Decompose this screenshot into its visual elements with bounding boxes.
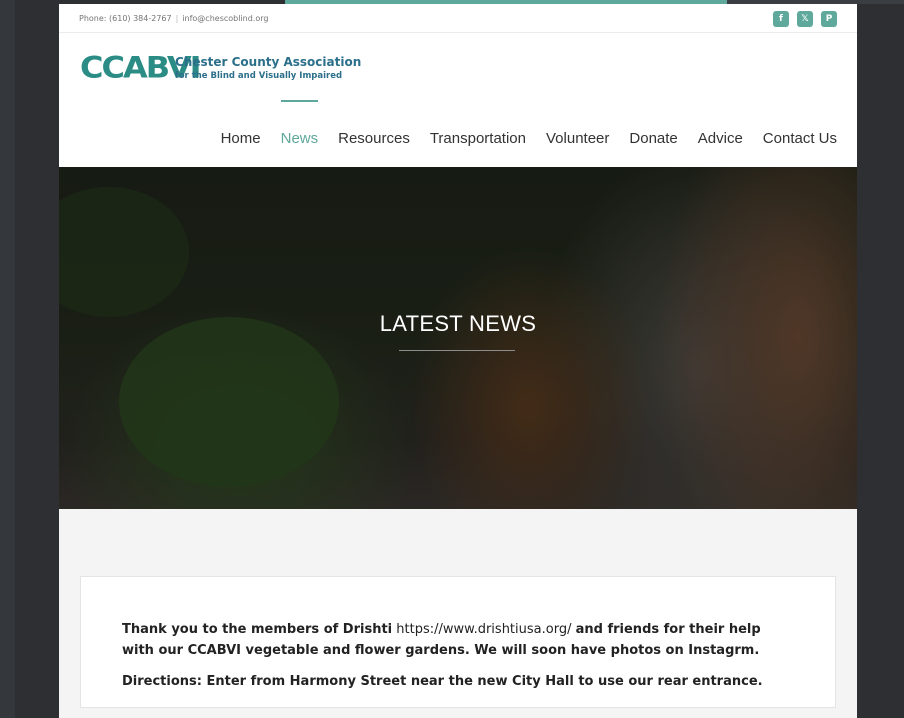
main-nav: Home News Resources Transportation Volun… <box>221 100 837 147</box>
page-title: LATEST NEWS <box>379 311 537 336</box>
email-link[interactable]: info@chescoblind.org <box>182 14 268 23</box>
nav-contact-us[interactable]: Contact Us <box>763 130 837 147</box>
nav-transportation[interactable]: Transportation <box>430 130 526 147</box>
logo-line-2: for the Blind and Visually Impaired <box>175 71 343 81</box>
logo-text[interactable]: Chester County Association for the Blind… <box>175 55 361 81</box>
news-card: Thank you to the members of Drishti http… <box>80 576 836 708</box>
news-paragraph-1: Thank you to the members of Drishti http… <box>122 619 795 661</box>
site-header: CCABVI Chester County Association for th… <box>59 33 857 167</box>
paypal-icon[interactable]: P <box>821 11 837 27</box>
facebook-icon[interactable]: f <box>773 11 789 27</box>
nav-donate[interactable]: Donate <box>629 130 677 147</box>
social-links: f 𝕏 P <box>773 11 837 27</box>
nav-news[interactable]: News <box>280 100 318 147</box>
nav-volunteer[interactable]: Volunteer <box>546 130 609 147</box>
nav-home[interactable]: Home <box>221 130 261 147</box>
news-paragraph-2: Directions: Enter from Harmony Street ne… <box>122 671 795 692</box>
phone-text: Phone: (610) 384-2767 <box>79 13 172 23</box>
logo-line-1: Chester County Association <box>175 55 362 69</box>
hero-overlay <box>59 167 857 509</box>
left-edge <box>0 0 15 718</box>
x-twitter-icon[interactable]: 𝕏 <box>797 11 813 27</box>
drishti-link[interactable]: https://www.drishtiusa.org/ <box>396 622 571 637</box>
topbar-separator: | <box>175 13 179 23</box>
directions-text: Directions: Enter from Harmony Street ne… <box>122 674 763 689</box>
nav-resources[interactable]: Resources <box>338 130 410 147</box>
page-container: Phone: (610) 384-2767 | info@chescoblind… <box>59 4 857 718</box>
contact-topbar: Phone: (610) 384-2767 | info@chescoblind… <box>59 4 857 33</box>
hero-banner: LATEST NEWS <box>59 167 857 509</box>
nav-advice[interactable]: Advice <box>698 130 743 147</box>
title-divider <box>399 350 515 351</box>
thanks-text: Thank you to the members of Drishti <box>122 622 393 637</box>
